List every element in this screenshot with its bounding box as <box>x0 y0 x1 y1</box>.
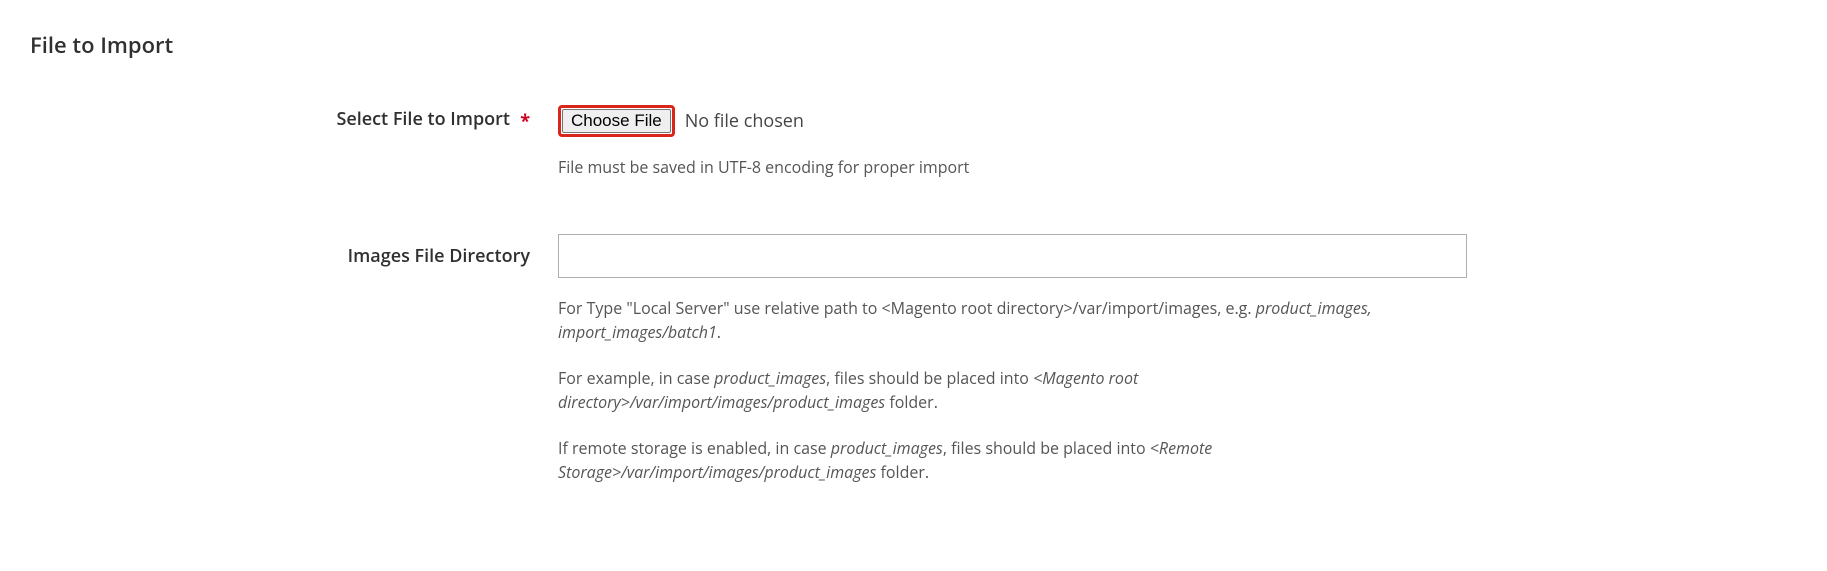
hint-text: If remote storage is enabled, in case <box>558 437 831 459</box>
hint-text: For example, in case <box>558 367 714 389</box>
select-file-label-col: Select File to Import * <box>30 105 540 131</box>
choose-file-highlight: Choose File <box>558 105 675 137</box>
images-dir-hint-p2: For example, in case product_images, fil… <box>558 366 1467 414</box>
images-dir-label-col: Images File Directory <box>30 234 540 268</box>
images-dir-control: For Type "Local Server" use relative pat… <box>540 234 1797 506</box>
hint-em: product_images <box>831 437 943 459</box>
file-picker: Choose File No file chosen <box>558 105 1467 137</box>
hint-text: , files should be placed into <box>943 437 1150 459</box>
section-title: File to Import <box>30 30 1797 60</box>
images-dir-label: Images File Directory <box>348 244 530 268</box>
select-file-control: Choose File No file chosen File must be … <box>540 105 1797 179</box>
select-file-hint: File must be saved in UTF-8 encoding for… <box>558 155 1467 179</box>
images-dir-hint-p1: For Type "Local Server" use relative pat… <box>558 296 1467 344</box>
hint-text: For Type "Local Server" use relative pat… <box>558 297 1256 319</box>
hint-em: product_images <box>714 367 826 389</box>
hint-text: folder. <box>876 461 929 483</box>
required-asterisk: * <box>520 109 530 133</box>
choose-file-button[interactable]: Choose File <box>562 109 671 133</box>
images-dir-hint-p3: If remote storage is enabled, in case pr… <box>558 436 1467 484</box>
hint-text: folder. <box>885 391 938 413</box>
hint-text: . <box>717 321 721 343</box>
file-to-import-section: File to Import Select File to Import * C… <box>0 0 1827 506</box>
images-dir-field-row: Images File Directory For Type "Local Se… <box>30 234 1797 506</box>
images-dir-input[interactable] <box>558 234 1467 278</box>
select-file-label: Select File to Import <box>336 107 510 131</box>
images-dir-hint: For Type "Local Server" use relative pat… <box>558 296 1467 484</box>
select-file-field-row: Select File to Import * Choose File No f… <box>30 105 1797 179</box>
hint-text: , files should be placed into <box>826 367 1033 389</box>
no-file-chosen-text: No file chosen <box>685 109 804 133</box>
